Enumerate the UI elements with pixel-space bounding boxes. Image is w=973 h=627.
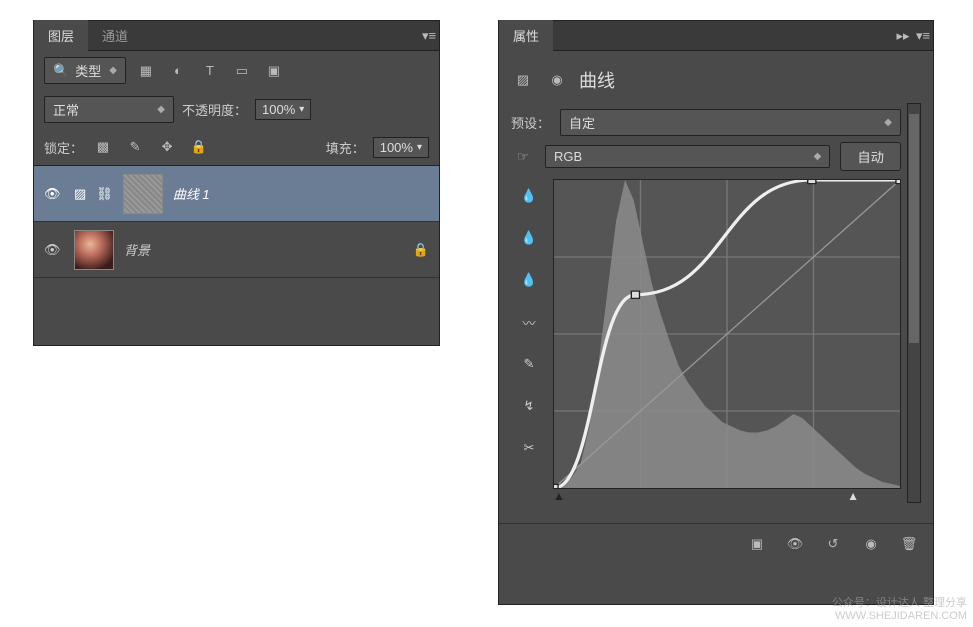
curve-clip-icon[interactable]: ✂ (516, 435, 542, 461)
watermark: 公众号：设计达人 整理分享 WWW.SHEJIDAREN.COM (832, 597, 967, 623)
layer-name: 曲线 1 (173, 184, 429, 203)
panel-menu-icon[interactable]: ▾≡ (913, 26, 933, 46)
trash-icon[interactable]: 🗑 (899, 534, 919, 554)
filter-type-label: 类型 (75, 61, 101, 80)
blend-mode-dropdown[interactable]: 正常 ◆ (44, 96, 174, 123)
preset-value: 自定 (569, 113, 595, 132)
filter-smart-icon[interactable]: ▣ (262, 59, 286, 83)
reset-icon[interactable]: ↺ (823, 534, 843, 554)
preset-dropdown[interactable]: 自定 ◆ (560, 109, 901, 136)
lock-paint-icon[interactable]: ✎ (123, 135, 147, 159)
visibility-icon[interactable]: 👁 (44, 242, 64, 258)
layers-panel: 图层 通道 ▾≡ 🔍 类型 ◆ ▦ ◐ T ▭ ▣ 正常 ◆ 不透明度： 100… (33, 20, 440, 346)
link-icon: ⛓ (96, 186, 113, 202)
filter-shape-icon[interactable]: ▭ (230, 59, 254, 83)
channel-dropdown[interactable]: RGB ◆ (545, 145, 830, 168)
layer-mask-thumb[interactable] (123, 174, 163, 214)
curve-pencil-icon[interactable]: ✎ (516, 351, 542, 377)
curve-tools: 💧 💧 💧 〰 ✎ ↯ ✂ (511, 179, 547, 489)
eyedropper-gray-icon[interactable]: 💧 (516, 225, 542, 251)
layer-row-background[interactable]: 👁 背景 🔒 (34, 222, 439, 278)
eyedropper-black-icon[interactable]: 💧 (516, 183, 542, 209)
curve-smooth-icon[interactable]: ↯ (516, 393, 542, 419)
curve-graph[interactable] (553, 179, 901, 489)
hand-tool-icon[interactable]: ☞ (511, 145, 535, 169)
curves-icon: ▨ (511, 68, 535, 92)
props-footer: ▣ 👁 ↺ ◉ 🗑 (499, 523, 933, 564)
opacity-input[interactable]: 100%▾ (255, 99, 311, 120)
auto-button[interactable]: 自动 (840, 142, 901, 171)
curve-area: 💧 💧 💧 〰 ✎ ↯ ✂ (511, 179, 901, 489)
fill-input[interactable]: 100%▾ (373, 137, 429, 158)
lock-icon: 🔒 (413, 242, 429, 258)
scrollbar[interactable] (907, 103, 921, 503)
preset-label: 预设： (511, 113, 550, 132)
eyedropper-white-icon[interactable]: 💧 (516, 267, 542, 293)
panel-menu-icon[interactable]: ▾≡ (419, 26, 439, 46)
filter-adjust-icon[interactable]: ◐ (166, 59, 190, 83)
fill-label: 填充： (326, 138, 365, 157)
layer-list: 👁 ▨ ⛓ 曲线 1 👁 背景 🔒 (34, 165, 439, 278)
properties-panel: 属性 ▸▸ ▾≡ ▨ ◉ 曲线 预设： 自定 ◆ ☞ (498, 20, 934, 605)
opacity-label: 不透明度： (182, 100, 247, 119)
filter-type-dropdown[interactable]: 🔍 类型 ◆ (44, 57, 126, 84)
layer-thumb[interactable] (74, 230, 114, 270)
props-body: ▨ ◉ 曲线 预设： 自定 ◆ ☞ RGB ◆ (499, 51, 933, 513)
preset-row: 预设： 自定 ◆ (511, 109, 901, 136)
channel-row: ☞ RGB ◆ 自动 (511, 142, 901, 171)
layer-filter-row: 🔍 类型 ◆ ▦ ◐ T ▭ ▣ (34, 51, 439, 90)
props-panel-tabs: 属性 ▸▸ ▾≡ (499, 21, 933, 51)
view-previous-icon[interactable]: 👁 (785, 534, 805, 554)
tab-channels[interactable]: 通道 (88, 20, 142, 51)
channel-value: RGB (554, 149, 582, 164)
black-point-slider[interactable]: ▲ (553, 489, 565, 503)
layers-panel-tabs: 图层 通道 ▾≡ (34, 21, 439, 51)
search-icon: 🔍 (53, 63, 69, 79)
mask-icon[interactable]: ◉ (545, 68, 569, 92)
blend-row: 正常 ◆ 不透明度： 100%▾ (34, 90, 439, 129)
props-title-row: ▨ ◉ 曲线 (511, 61, 921, 103)
lock-label: 锁定： (44, 138, 83, 157)
toggle-visibility-icon[interactable]: ◉ (861, 534, 881, 554)
layer-row-curves[interactable]: 👁 ▨ ⛓ 曲线 1 (34, 166, 439, 222)
curve-point-icon[interactable]: 〰 (516, 309, 542, 335)
blend-mode-value: 正常 (53, 100, 79, 119)
filter-type-icon[interactable]: T (198, 59, 222, 83)
lock-row: 锁定： ▩ ✎ ✥ 🔒 填充： 100%▾ (34, 129, 439, 165)
tab-properties[interactable]: 属性 (499, 20, 553, 51)
clip-to-layer-icon[interactable]: ▣ (747, 534, 767, 554)
lock-transparency-icon[interactable]: ▩ (91, 135, 115, 159)
curves-adjust-icon: ▨ (74, 186, 86, 202)
collapse-icon[interactable]: ▸▸ (893, 26, 913, 46)
filter-pixel-icon[interactable]: ▦ (134, 59, 158, 83)
tab-layers[interactable]: 图层 (34, 20, 88, 51)
fill-value: 100% (380, 140, 413, 155)
visibility-icon[interactable]: 👁 (44, 186, 64, 202)
props-title: 曲线 (579, 67, 615, 93)
opacity-value: 100% (262, 102, 295, 117)
input-sliders[interactable]: ▲ ▲ (511, 489, 901, 503)
lock-all-icon[interactable]: 🔒 (187, 135, 211, 159)
white-point-slider[interactable]: ▲ (847, 489, 859, 503)
lock-position-icon[interactable]: ✥ (155, 135, 179, 159)
layer-name: 背景 (124, 240, 403, 259)
